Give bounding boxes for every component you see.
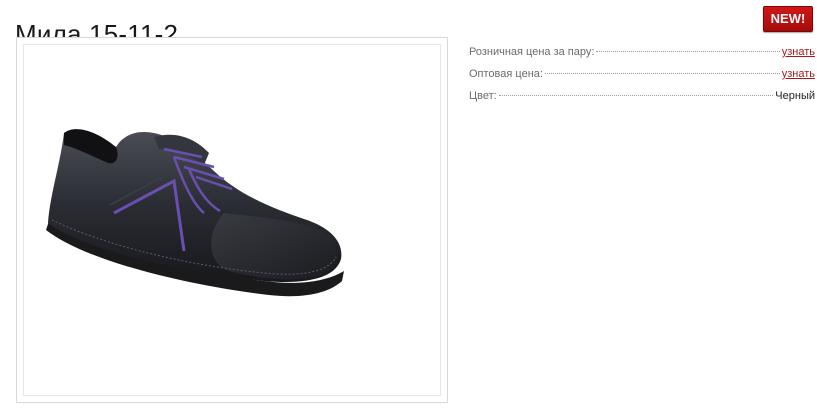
dotted-leader: [596, 51, 780, 52]
shoe-image: [46, 129, 344, 297]
spec-label: Цвет:: [469, 90, 497, 102]
wholesale-price-link[interactable]: узнать: [782, 67, 815, 81]
product-specs: Розничная цена за пару: узнать Оптовая ц…: [469, 45, 815, 111]
retail-price-link[interactable]: узнать: [782, 45, 815, 59]
new-badge: NEW!: [763, 6, 813, 32]
dotted-leader: [544, 73, 780, 74]
product-photo[interactable]: [23, 44, 441, 396]
spec-row-color: Цвет: Черный: [469, 89, 815, 111]
color-value: Черный: [775, 90, 815, 102]
product-photo-frame[interactable]: [16, 37, 448, 403]
spec-row-retail-price: Розничная цена за пару: узнать: [469, 45, 815, 67]
spec-row-wholesale-price: Оптовая цена: узнать: [469, 67, 815, 89]
dotted-leader: [498, 95, 774, 96]
spec-label: Розничная цена за пару:: [469, 46, 595, 58]
spec-label: Оптовая цена:: [469, 68, 543, 80]
